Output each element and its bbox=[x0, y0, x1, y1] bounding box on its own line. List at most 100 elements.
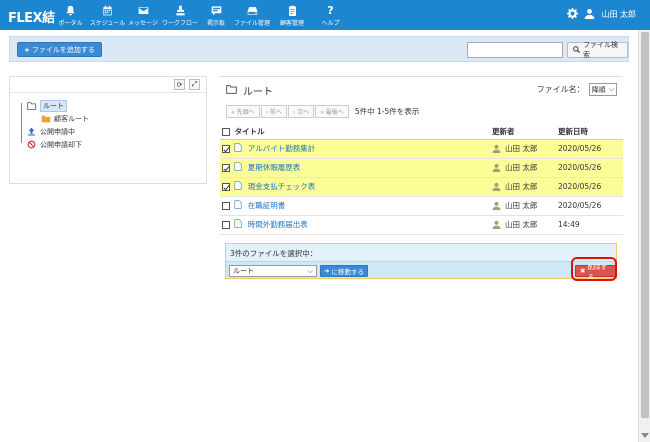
file-link[interactable]: 時間外勤務届出表 bbox=[248, 220, 308, 229]
updater-cell: 山田 太郎 bbox=[490, 158, 556, 178]
table-row[interactable]: 現金支払チェック表 山田 太郎 2020/05/26 bbox=[220, 177, 623, 197]
gear-icon[interactable] bbox=[567, 8, 579, 21]
select-all-checkbox[interactable] bbox=[222, 128, 230, 137]
nav-label: 掲示板 bbox=[206, 20, 225, 27]
prev-page-button[interactable]: ‹ 前へ bbox=[260, 105, 287, 118]
next-page-button[interactable]: › 次へ bbox=[287, 105, 315, 118]
nav-label: ファイル管理 bbox=[233, 20, 270, 27]
file-link[interactable]: 現金支払チェック表 bbox=[248, 182, 316, 191]
tree-item-publish-rejected[interactable]: 公開申請却下 bbox=[18, 138, 89, 151]
nav-portal[interactable]: ポータル bbox=[52, 0, 89, 30]
main-nav: ポータル スケジュール メッセージ ワークフロー 掲示板 ファイル管理 顧客管理… bbox=[52, 0, 349, 30]
file-search-button[interactable]: ファイル検索 bbox=[567, 41, 628, 59]
clipboard-icon bbox=[286, 5, 298, 16]
top-nav-bar: FLEX結 ポータル スケジュール メッセージ ワークフロー 掲示板 ファイル管… bbox=[0, 0, 650, 30]
folder-tree-panel: ⟳ ⤢ ルート 顧客ルート 公開申請中 公開申請却下 bbox=[9, 76, 207, 184]
table-row[interactable]: 夏期休暇履歴表 山田 太郎 2020/05/26 bbox=[220, 158, 623, 178]
nav-label: ポータル bbox=[58, 20, 83, 27]
file-icon bbox=[234, 162, 242, 173]
table-row[interactable]: アルバイト勤務集計 山田 太郎 2020/05/26 bbox=[220, 139, 623, 159]
nav-label: ヘルプ bbox=[321, 20, 340, 27]
last-page-button[interactable]: » 最後へ bbox=[315, 105, 349, 118]
destination-value: ルート bbox=[233, 267, 254, 275]
scroll-down-arrow-icon[interactable] bbox=[641, 433, 649, 438]
envelope-icon bbox=[137, 5, 149, 16]
nav-schedule[interactable]: スケジュール bbox=[89, 0, 126, 30]
row-checkbox[interactable] bbox=[222, 144, 230, 153]
expand-icon[interactable]: ⤢ bbox=[189, 79, 200, 90]
selection-action-box: 3件のファイルを選択中： ルート ⌵ ➜ に移動する ✖ 削除する bbox=[225, 243, 617, 281]
nav-label: スケジュール bbox=[89, 20, 126, 27]
user-avatar-icon bbox=[492, 201, 501, 210]
tree-item-publish-pending[interactable]: 公開申請中 bbox=[18, 125, 89, 138]
board-icon bbox=[210, 5, 222, 16]
row-checkbox[interactable] bbox=[222, 201, 230, 210]
file-title-cell: アルバイト勤務集計 bbox=[220, 139, 490, 159]
sort-value: 降順 bbox=[591, 85, 606, 94]
user-avatar-icon bbox=[492, 163, 501, 172]
app-logo[interactable]: FLEX結 bbox=[8, 7, 55, 26]
file-toolbar: + ファイルを追加する ファイル検索 bbox=[9, 36, 629, 62]
folder-open-icon bbox=[26, 101, 37, 110]
user-menu[interactable]: 山田 太郎 bbox=[567, 8, 636, 21]
tree-item-customer-root[interactable]: 顧客ルート bbox=[18, 112, 89, 125]
delete-button-highlight-annotation bbox=[571, 257, 617, 281]
main-content: + ファイルを追加する ファイル検索 ⟳ ⤢ ルート 顧客ルート 公開申請中 公… bbox=[0, 30, 638, 442]
bell-icon bbox=[65, 5, 77, 16]
move-button[interactable]: ➜ に移動する bbox=[320, 265, 368, 277]
nav-workflow[interactable]: ワークフロー bbox=[160, 0, 200, 30]
move-button-label: に移動する bbox=[331, 268, 364, 276]
updater-cell: 山田 太郎 bbox=[490, 177, 556, 197]
question-icon: ? bbox=[327, 4, 334, 17]
sort-control: ファイル名： 降順 ⌵ bbox=[537, 83, 617, 96]
file-title-cell: 時間外勤務届出表 bbox=[220, 215, 490, 235]
table-row[interactable]: 在職証明書 山田 太郎 2020/05/26 bbox=[220, 196, 623, 216]
updater-name: 山田 太郎 bbox=[505, 220, 538, 229]
nav-help[interactable]: ? ヘルプ bbox=[312, 0, 349, 30]
table-row[interactable]: 時間外勤務届出表 山田 太郎 14:49 bbox=[220, 215, 623, 235]
column-title: タイトル bbox=[220, 125, 490, 140]
file-title-cell: 夏期休暇履歴表 bbox=[220, 158, 490, 178]
pagination: « 先頭へ ‹ 前へ › 次へ » 最後へ 5件中 1-5件を表示 bbox=[226, 105, 419, 118]
sort-order-select[interactable]: 降順 ⌵ bbox=[588, 83, 617, 96]
ban-icon bbox=[26, 140, 37, 149]
nav-customer-management[interactable]: 顧客管理 bbox=[272, 0, 312, 30]
vertical-scrollbar[interactable] bbox=[638, 30, 650, 442]
row-checkbox[interactable] bbox=[222, 220, 230, 229]
tree-item-label: 公開申請中 bbox=[40, 127, 75, 136]
updater-cell: 山田 太郎 bbox=[490, 139, 556, 159]
row-checkbox[interactable] bbox=[222, 182, 230, 191]
file-title-cell: 現金支払チェック表 bbox=[220, 177, 490, 197]
file-search-input[interactable] bbox=[467, 42, 563, 58]
file-link[interactable]: 夏期休暇履歴表 bbox=[248, 163, 301, 172]
add-file-button[interactable]: + ファイルを追加する bbox=[17, 42, 102, 57]
row-checkbox[interactable] bbox=[222, 163, 230, 172]
updater-cell: 山田 太郎 bbox=[490, 215, 556, 235]
refresh-icon[interactable]: ⟳ bbox=[174, 79, 185, 90]
first-page-button[interactable]: « 先頭へ bbox=[226, 105, 260, 118]
scrollbar-thumb[interactable] bbox=[641, 32, 649, 418]
calendar-icon bbox=[102, 5, 114, 16]
file-link[interactable]: 在職証明書 bbox=[248, 201, 286, 210]
user-avatar-icon bbox=[492, 182, 501, 191]
file-link[interactable]: アルバイト勤務集計 bbox=[248, 144, 315, 153]
chevron-down-icon: ⌵ bbox=[307, 266, 313, 275]
tree-item-root[interactable]: ルート bbox=[18, 99, 89, 112]
nav-message[interactable]: メッセージ bbox=[126, 0, 160, 30]
updated-at-cell: 14:49 bbox=[556, 215, 623, 235]
chevron-down-icon: ⌵ bbox=[608, 85, 614, 93]
file-icon bbox=[234, 181, 242, 192]
drive-icon bbox=[246, 5, 258, 16]
user-avatar-icon bbox=[492, 220, 501, 229]
pager-info: 5件中 1-5件を表示 bbox=[354, 107, 420, 116]
nav-file-management[interactable]: ファイル管理 bbox=[232, 0, 272, 30]
file-title-cell: 在職証明書 bbox=[220, 196, 490, 216]
selection-action-bar: ルート ⌵ ➜ に移動する ✖ 削除する bbox=[226, 261, 616, 281]
updated-at-cell: 2020/05/26 bbox=[556, 177, 623, 197]
column-title-label: タイトル bbox=[234, 127, 265, 137]
nav-board[interactable]: 掲示板 bbox=[200, 0, 232, 30]
move-destination-select[interactable]: ルート ⌵ bbox=[229, 265, 317, 277]
search-icon bbox=[573, 45, 580, 55]
tree-item-label: ルート bbox=[40, 99, 67, 112]
file-icon bbox=[234, 219, 242, 230]
